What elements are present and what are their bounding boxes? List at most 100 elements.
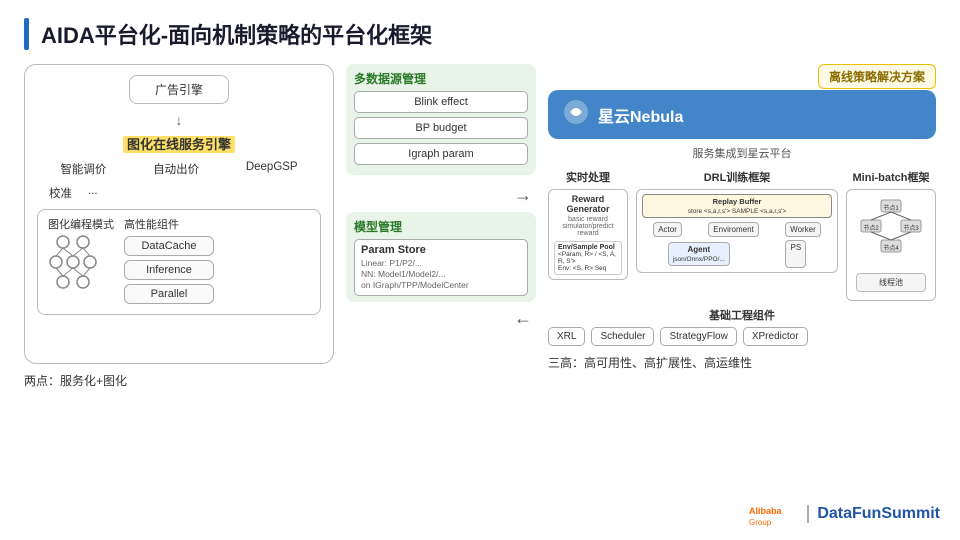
item-igraph: Igraph param — [354, 143, 528, 165]
realtime-box: Reward Generator basic rewardsimulator/p… — [548, 189, 628, 280]
svg-text:节点3: 节点3 — [903, 224, 919, 232]
ad-engine-label: 广告引擎 — [155, 83, 203, 97]
comp-parallel: Parallel — [124, 284, 214, 304]
drl-environment: Enviroment — [708, 222, 758, 237]
comp-xrl: XRL — [548, 327, 585, 346]
replay-buffer-title: Replay Buffer — [713, 197, 762, 206]
drl-col: DRL训练框架 Replay Buffer store <s,a,r,s'> S… — [636, 169, 838, 301]
minibatch-col: Mini-batch框架 节点1 节点2 — [846, 169, 936, 301]
service-3: DeepGSP — [240, 159, 304, 179]
drl-actor-env: Actor Enviroment Worker — [642, 222, 832, 237]
high-perf-section: 高性能组件 DataCache Inference Parallel — [124, 216, 310, 308]
ad-engine-box: 广告引擎 — [129, 75, 229, 104]
svg-text:节点1: 节点1 — [883, 204, 899, 212]
foundation-section: 基础工程组件 XRL Scheduler StrategyFlow XPredi… — [548, 307, 936, 346]
services-row: 智能调价 自动出价 DeepGSP — [37, 159, 321, 179]
env-sample-sub: <Param, R> / <S, A, R, S'>Env: <S, R> Se… — [558, 251, 616, 272]
service-2: 自动出价 — [147, 159, 205, 179]
offline-badge: 离线策略解决方案 — [818, 64, 936, 89]
param-store-box: Param Store Linear: P1/P2/... NN: Model1… — [354, 239, 528, 296]
prog-title: 图化编程模式 — [48, 216, 114, 232]
alibaba-logo-icon: Alibaba Group 阿里巴巴集团 — [749, 500, 797, 528]
nebula-box: 星云Nebula — [548, 90, 936, 139]
prog-graph-svg — [48, 232, 108, 290]
model-mgmt-box: 模型管理 Param Store Linear: P1/P2/... NN: M… — [346, 212, 536, 302]
three-col: 实时处理 Reward Generator basic rewardsimula… — [548, 169, 936, 301]
page-title: AIDA平台化-面向机制策略的平台化框架 — [41, 18, 432, 50]
model-label-text: 模型管理 — [354, 220, 402, 234]
drl-box: Replay Buffer store <s,a,r,s'> SAMPLE <s… — [636, 189, 838, 273]
drl-agent: Agent json/Onnx/PPO/... — [668, 242, 730, 266]
right-section: 离线策略解决方案 星云Nebula 服务集成到星云平台 实时处理 — [548, 64, 936, 494]
item-blink: Blink effect — [354, 91, 528, 113]
minibatch-box: 节点1 节点2 节点3 节点4 — [846, 189, 936, 301]
prog-box: 图化编程模式 — [37, 209, 321, 315]
drl-label: DRL训练框架 — [636, 169, 838, 185]
svg-text:节点4: 节点4 — [883, 244, 899, 252]
param-store-line3: on IGraph/TPP/ModelCenter — [361, 280, 521, 291]
title-accent — [24, 18, 29, 50]
replay-buffer: Replay Buffer store <s,a,r,s'> SAMPLE <s… — [642, 194, 832, 218]
left-bottom-note: 两点：服务化+图化 — [24, 372, 334, 389]
multi-data-box: 多数据源管理 Blink effect BP budget Igraph par… — [346, 64, 536, 175]
drl-ps: PS — [785, 240, 806, 268]
calib-row: 校准 ... — [49, 185, 309, 201]
datafun-label: DataFunSummit — [807, 505, 940, 523]
online-engine-box: 广告引擎 ↓ 图化在线服务引擎 智能调价 自动出价 DeepGSP 校准 ... — [24, 64, 334, 364]
replay-buffer-sub: store <s,a,r,s'> SAMPLE <s,a,r,s'> — [688, 208, 787, 215]
drl-agent-sub: json/Onnx/PPO/... — [673, 256, 725, 263]
reward-gen-title: Reward Generator — [554, 194, 622, 214]
left-section: 广告引擎 ↓ 图化在线服务引擎 智能调价 自动出价 DeepGSP 校准 ... — [24, 64, 334, 494]
drl-agent-label: Agent — [687, 245, 710, 254]
middle-section: 多数据源管理 Blink effect BP budget Igraph par… — [346, 64, 536, 494]
calib-1: 校准 — [49, 185, 72, 201]
env-sample-title: Env/Sample Pool — [558, 244, 615, 251]
high-perf-title: 高性能组件 — [124, 216, 310, 232]
calib-2: ... — [88, 185, 98, 201]
reward-gen-sub: basic rewardsimulator/predict reward — [554, 216, 622, 237]
arrow-down-1: ↓ — [37, 112, 321, 128]
comp-scheduler: Scheduler — [591, 327, 654, 346]
service-1: 智能调价 — [54, 159, 112, 179]
slide: AIDA平台化-面向机制策略的平台化框架 广告引擎 ↓ 图化在线服务引擎 智能调… — [0, 0, 960, 540]
main-content: 广告引擎 ↓ 图化在线服务引擎 智能调价 自动出价 DeepGSP 校准 ... — [24, 64, 936, 494]
item-bp: BP budget — [354, 117, 528, 139]
env-sample-pool: Env/Sample Pool <Param, R> / <S, A, R, S… — [554, 241, 622, 275]
drl-actor: Actor — [653, 222, 682, 237]
arrow-right-model: ← — [346, 308, 532, 329]
drl-agent-ps: Agent json/Onnx/PPO/... PS — [642, 240, 832, 268]
online-engine-title: 图化在线服务引擎 — [37, 134, 321, 153]
model-label: 模型管理 — [354, 218, 528, 235]
comp-xpredictor: XPredictor — [743, 327, 808, 346]
left-note-text: 两点：服务化+图化 — [24, 374, 127, 388]
minibatch-tree: 节点1 节点2 节点3 节点4 — [852, 194, 930, 296]
realtime-col: 实时处理 Reward Generator basic rewardsimula… — [548, 169, 628, 301]
nebula-logo-icon — [562, 98, 590, 131]
nebula-text: 星云Nebula — [598, 103, 683, 127]
found-components: XRL Scheduler StrategyFlow XPredictor — [548, 327, 936, 346]
title-bar: AIDA平台化-面向机制策略的平台化框架 — [24, 18, 936, 50]
footer-brand: Alibaba Group 阿里巴巴集团 DataFunSummit — [749, 500, 940, 528]
comp-inference: Inference — [124, 260, 214, 280]
prog-mode-section: 图化编程模式 — [48, 216, 114, 295]
svg-text:节点2: 节点2 — [863, 224, 879, 232]
alibaba-logo: Alibaba Group 阿里巴巴集团 — [749, 500, 797, 528]
multi-data-label: 多数据源管理 — [354, 70, 528, 87]
drl-worker: Worker — [785, 222, 821, 237]
param-store-line1: Linear: P1/P2/... — [361, 258, 521, 269]
found-label: 基础工程组件 — [548, 307, 936, 323]
svg-text:Alibaba: Alibaba — [749, 506, 783, 516]
realtime-label: 实时处理 — [548, 169, 628, 185]
comp-strategyflow: StrategyFlow — [660, 327, 736, 346]
svg-text:Group: Group — [749, 518, 772, 527]
comp-datacache: DataCache — [124, 236, 214, 256]
multi-data-label-text: 多数据源管理 — [354, 72, 426, 86]
nebula-sub: 服务集成到星云平台 — [548, 145, 936, 161]
online-engine-highlight: 图化在线服务引擎 — [123, 136, 235, 153]
tree-svg: 节点1 节点2 节点3 节点4 — [853, 198, 929, 268]
minibatch-label: Mini-batch框架 — [846, 169, 936, 185]
arrow-right-mid: → — [346, 185, 532, 206]
param-store-line2: NN: Model1/Model2/... — [361, 269, 521, 280]
right-note-text: 三高：高可用性、高扩展性、高运维性 — [548, 356, 752, 370]
thread-pool: 线程池 — [856, 273, 926, 292]
